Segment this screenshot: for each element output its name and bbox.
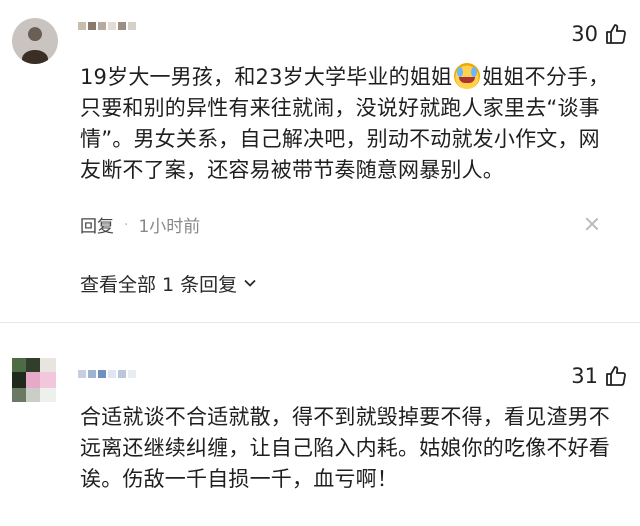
comment-text: 19岁大一男孩，和23岁大学毕业的姐姐 姐姐不分手，只要和别的异性有来往就闹，没说…: [80, 62, 620, 186]
comment-text: 合适就谈不合适就散，得不到就毁掉要不得，看见渣男不远离还继续纠缠，让自己陷入内耗…: [80, 405, 610, 491]
username-blurred[interactable]: [78, 22, 136, 38]
chevron-down-icon: [243, 273, 257, 295]
divider: [0, 322, 640, 323]
view-all-replies-button[interactable]: 查看全部 1 条回复: [80, 270, 257, 297]
like-button[interactable]: 30: [571, 22, 628, 46]
comment-time: 1小时前: [138, 217, 201, 237]
comment-text-part1: 19岁大一男孩，和23岁大学毕业的姐姐: [80, 65, 453, 89]
like-button[interactable]: 31: [571, 364, 628, 388]
thumbs-up-icon: [604, 364, 628, 388]
reply-button[interactable]: 回复: [80, 212, 114, 237]
thumbs-up-icon: [604, 22, 628, 46]
separator-dot: ·: [124, 216, 129, 233]
view-all-replies-label: 查看全部 1 条回复: [80, 274, 238, 296]
username-blurred[interactable]: [78, 370, 136, 386]
like-count: 30: [571, 22, 598, 46]
avatar[interactable]: [12, 358, 56, 402]
like-count: 31: [571, 364, 598, 388]
comment-meta: 回复 · 1小时前: [80, 212, 201, 238]
crying-laughing-emoji-icon: [454, 63, 481, 89]
avatar[interactable]: [12, 18, 58, 64]
close-icon[interactable]: [584, 216, 600, 232]
